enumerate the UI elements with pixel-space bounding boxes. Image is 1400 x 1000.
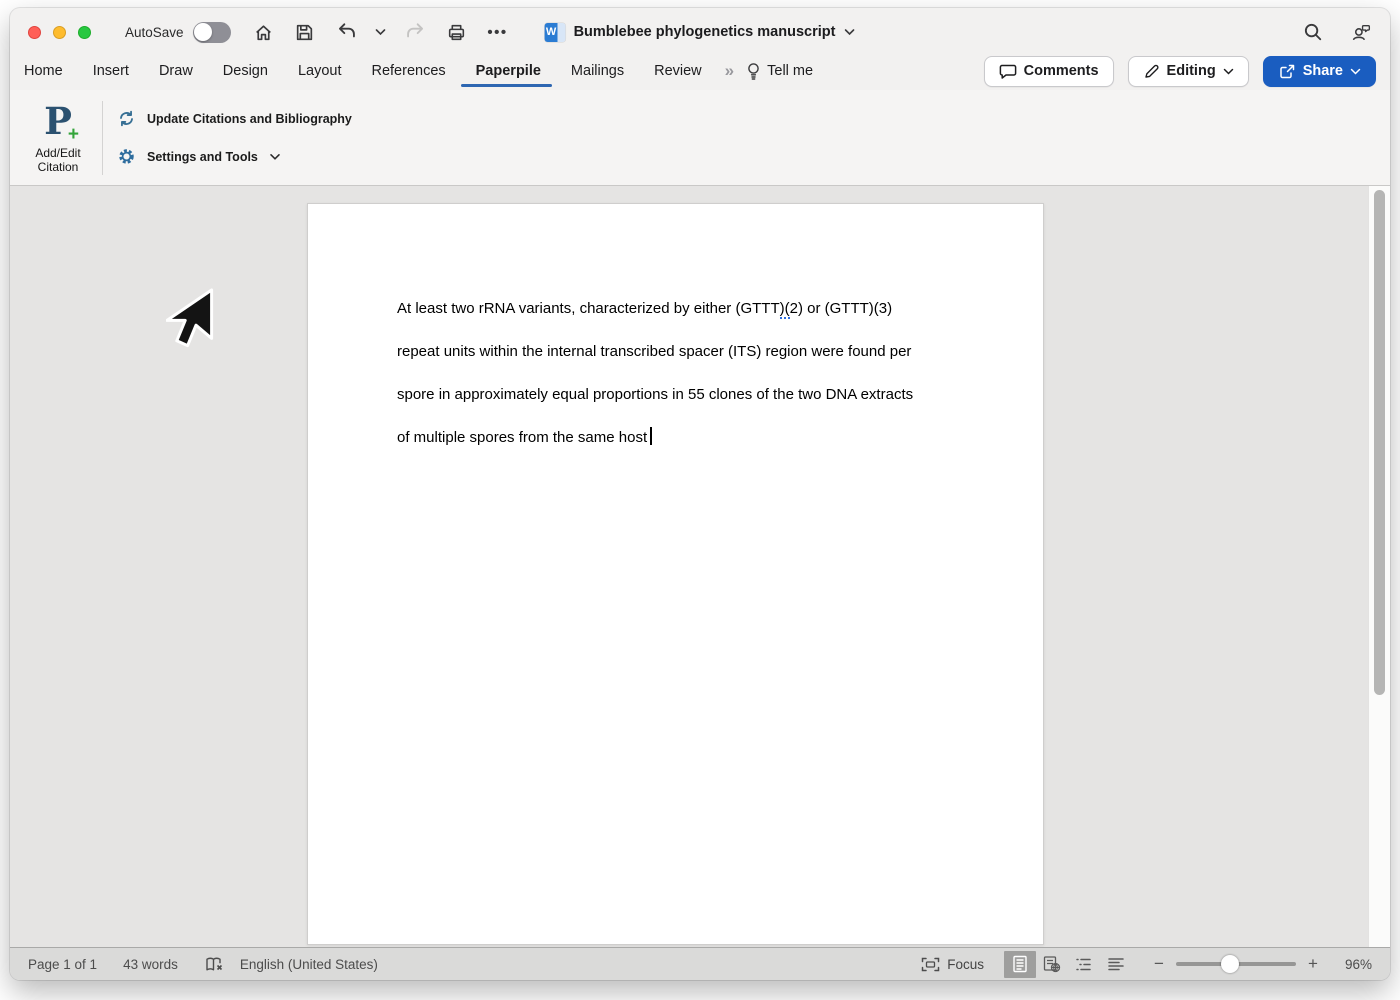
tab-draw[interactable]: Draw (144, 59, 208, 83)
zoom-slider[interactable] (1176, 962, 1296, 966)
document-title-group[interactable]: W Bumblebee phylogenetics manuscript (545, 8, 856, 56)
settings-chevron-icon (269, 153, 281, 161)
undo-chevron-icon[interactable] (374, 19, 388, 45)
proofing-errors-icon[interactable] (204, 956, 224, 973)
draft-view-button[interactable] (1100, 951, 1132, 978)
vertical-scrollbar[interactable] (1368, 186, 1390, 947)
traffic-lights (28, 26, 91, 39)
statusbar: Page 1 of 1 43 words English (United Sta… (10, 947, 1390, 980)
line2-text: repeat units within the internal transcr… (397, 343, 911, 360)
comments-label: Comments (1024, 63, 1099, 79)
language-indicator[interactable]: English (United States) (240, 957, 378, 972)
tab-insert[interactable]: Insert (78, 59, 144, 83)
close-button[interactable] (28, 26, 41, 39)
settings-tools-label: Settings and Tools (147, 150, 258, 164)
editing-chevron-icon (1223, 68, 1234, 75)
update-citations-button[interactable]: Update Citations and Bibliography (117, 109, 352, 128)
share-label: Share (1303, 63, 1343, 79)
document-canvas: At least two rRNA variants, characterize… (10, 186, 1390, 947)
autosave-toggle[interactable] (193, 22, 231, 43)
zoom-in-button[interactable]: + (1306, 954, 1320, 974)
print-icon[interactable] (444, 19, 470, 45)
mouse-pointer-icon (166, 288, 214, 350)
titlebar: AutoSave ••• (10, 8, 1390, 56)
redo-icon-disabled (403, 19, 429, 45)
share-chevron-icon (1350, 68, 1361, 75)
update-citations-label: Update Citations and Bibliography (147, 112, 352, 126)
focus-button[interactable]: Focus (921, 957, 984, 972)
home-icon[interactable] (251, 19, 277, 45)
undo-icon[interactable] (333, 19, 359, 45)
ribbon-paperpile: P + Add/Edit Citation Update Citations a… (10, 90, 1390, 186)
save-icon[interactable] (292, 19, 318, 45)
pencil-icon (1143, 63, 1160, 80)
toggle-knob (194, 23, 212, 41)
citation-label-line2: Citation (35, 160, 80, 175)
tell-me-label: Tell me (767, 63, 813, 79)
paperpile-logo-icon: P + (38, 101, 78, 143)
page-indicator[interactable]: Page 1 of 1 (28, 957, 97, 972)
citation-label-line1: Add/Edit (35, 146, 80, 161)
tab-mailings[interactable]: Mailings (556, 59, 639, 83)
ribbon-tabbar: Home Insert Draw Design Layout Reference… (10, 56, 1390, 90)
tab-home[interactable]: Home (24, 59, 78, 83)
editing-label: Editing (1167, 63, 1216, 79)
comments-button[interactable]: Comments (984, 56, 1114, 87)
share-icon (1278, 63, 1296, 80)
share-button[interactable]: Share (1263, 56, 1376, 87)
line1-post: 2) or (GTTT)(3) (790, 300, 893, 317)
tab-references[interactable]: References (356, 59, 460, 83)
zoom-out-button[interactable]: − (1152, 954, 1166, 974)
zoom-control: − + 96% (1152, 954, 1372, 974)
word-doc-icon: W (545, 23, 566, 42)
add-edit-citation-button[interactable]: P + Add/Edit Citation (22, 101, 94, 175)
line3-text: spore in approximately equal proportions… (397, 386, 913, 403)
text-caret (650, 427, 652, 445)
autosave-label: AutoSave (125, 25, 184, 40)
zoom-slider-thumb[interactable] (1221, 955, 1239, 973)
search-icon[interactable] (1300, 19, 1326, 45)
word-count[interactable]: 43 words (123, 957, 178, 972)
outline-view-button[interactable] (1068, 951, 1100, 978)
document-page[interactable]: At least two rRNA variants, characterize… (307, 203, 1044, 945)
zoom-percentage[interactable]: 96% (1330, 957, 1372, 972)
text-line-2[interactable]: repeat units within the internal transcr… (397, 330, 1003, 373)
word-window: AutoSave ••• (10, 8, 1390, 980)
line1-pre: At least two rRNA variants, characterize… (397, 300, 780, 317)
text-line-1[interactable]: At least two rRNA variants, characterize… (397, 287, 1003, 330)
ribbon-divider (102, 101, 103, 175)
minimize-button[interactable] (53, 26, 66, 39)
document-text: At least two rRNA variants, characterize… (397, 287, 1003, 459)
comment-bubble-icon (999, 63, 1017, 80)
contacts-icon[interactable] (1348, 19, 1374, 45)
tab-paperpile-active[interactable]: Paperpile (461, 59, 556, 83)
tab-design[interactable]: Design (208, 59, 283, 83)
more-icon[interactable]: ••• (485, 19, 511, 45)
title-chevron-icon[interactable] (843, 28, 855, 36)
text-line-3[interactable]: spore in approximately equal proportions… (397, 373, 1003, 416)
tell-me-button[interactable]: Tell me (740, 62, 819, 81)
editing-mode-button[interactable]: Editing (1128, 56, 1249, 87)
print-layout-view-button[interactable] (1004, 951, 1036, 978)
paperpile-plus: + (68, 127, 79, 143)
web-layout-view-button[interactable] (1036, 951, 1068, 978)
focus-icon (921, 957, 940, 972)
scrollbar-thumb[interactable] (1374, 190, 1385, 695)
focus-label: Focus (947, 957, 984, 972)
more-dots: ••• (487, 24, 507, 41)
text-line-4[interactable]: of multiple spores from the same host (397, 416, 1003, 459)
fullscreen-button[interactable] (78, 26, 91, 39)
tab-review[interactable]: Review (639, 59, 717, 83)
settings-tools-button[interactable]: Settings and Tools (117, 147, 352, 166)
document-title[interactable]: Bumblebee phylogenetics manuscript (574, 24, 836, 40)
tab-overflow-chevrons-icon[interactable]: » (725, 61, 734, 81)
line4-text: of multiple spores from the same host (397, 429, 647, 446)
lightbulb-icon (746, 62, 761, 81)
gear-icon (117, 147, 136, 166)
tab-layout[interactable]: Layout (283, 59, 357, 83)
sync-icon (117, 109, 136, 128)
view-switcher (1004, 951, 1132, 978)
grammar-underline[interactable]: )( (780, 300, 790, 319)
